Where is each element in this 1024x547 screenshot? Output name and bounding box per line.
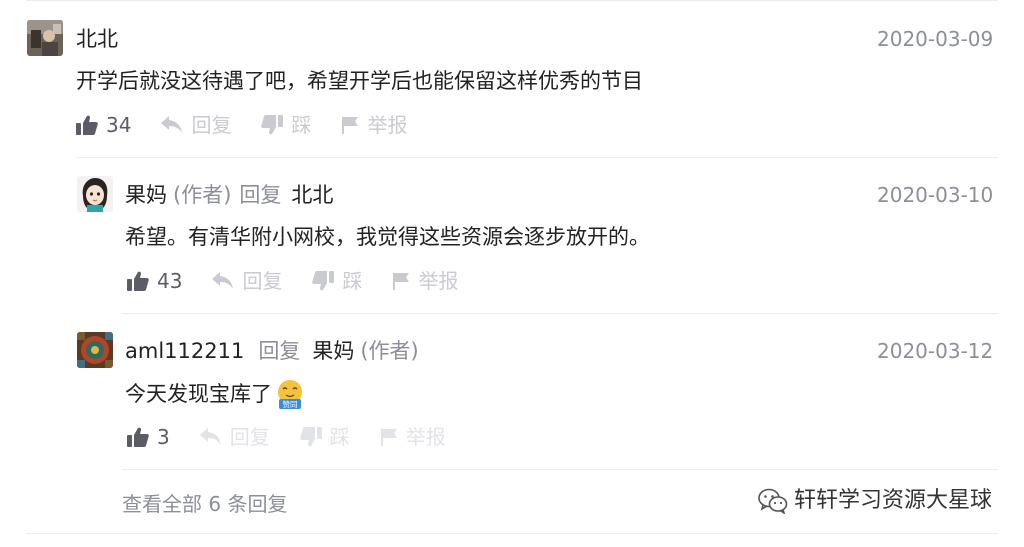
thumbs-up-icon <box>127 271 149 291</box>
nodding-emoji-icon: 赞同 <box>278 380 302 409</box>
author-name[interactable]: 果妈 <box>125 181 167 209</box>
reply-actions: 43 回复 踩 举报 <box>127 268 488 294</box>
like-button[interactable]: 43 <box>127 268 182 294</box>
watermark-text: 轩轩学习资源大星球 <box>793 488 992 513</box>
reply-arrow-icon <box>161 116 183 133</box>
author-name[interactable]: aml112211 <box>125 337 244 365</box>
flag-icon <box>342 117 359 134</box>
flag-icon <box>380 429 397 446</box>
divider <box>122 313 998 314</box>
reply-date: 2020-03-12 <box>877 339 994 363</box>
comment-date: 2020-03-09 <box>877 27 994 51</box>
flag-icon <box>393 273 410 290</box>
report-button[interactable]: 举报 <box>380 424 446 450</box>
divider <box>76 157 998 158</box>
report-button[interactable]: 举报 <box>341 112 407 138</box>
comment-text: 开学后就没这待遇了吧，希望开学后也能保留这样优秀的节目 <box>76 69 643 93</box>
watermark: 轩轩学习资源大星球 <box>758 486 992 516</box>
dislike-button[interactable]: 踩 <box>300 424 350 450</box>
reply-header: aml112211 回复 果妈 (作者) <box>125 337 419 365</box>
target-tag: (作者) <box>360 339 419 363</box>
reply-header: 果妈 (作者) 回复 北北 <box>125 181 333 209</box>
dislike-button[interactable]: 踩 <box>261 112 311 138</box>
like-count: 34 <box>106 113 132 137</box>
reply-word: 回复 <box>239 183 282 207</box>
comment-header: 北北 <box>76 25 118 53</box>
comment-actions: 34 回复 踩 举报 <box>76 112 437 138</box>
report-button[interactable]: 举报 <box>392 268 458 294</box>
reply-button[interactable]: 回复 <box>161 112 231 138</box>
thumbs-down-icon <box>300 427 322 447</box>
thumbs-up-icon <box>127 427 149 447</box>
view-all-replies-link[interactable]: 查看全部 6 条回复 <box>122 490 287 518</box>
avatar[interactable] <box>27 20 63 56</box>
reply-target[interactable]: 果妈 <box>312 337 354 365</box>
reply-button[interactable]: 回复 <box>199 424 270 450</box>
like-count: 3 <box>157 425 170 449</box>
wechat-icon <box>758 488 788 514</box>
reply-arrow-icon <box>212 272 234 289</box>
thumbs-down-icon <box>261 115 284 135</box>
svg-text:赞同: 赞同 <box>283 399 298 409</box>
reply-date: 2020-03-10 <box>877 183 994 207</box>
avatar[interactable] <box>77 176 113 212</box>
bottom-divider <box>26 533 998 534</box>
thumbs-up-icon <box>76 115 98 135</box>
top-divider <box>26 0 998 1</box>
reply-target[interactable]: 北北 <box>291 181 333 209</box>
like-button[interactable]: 3 <box>127 424 170 450</box>
reply-arrow-icon <box>199 428 221 445</box>
like-button[interactable]: 34 <box>76 112 131 138</box>
author-name[interactable]: 北北 <box>76 25 118 53</box>
reply-button[interactable]: 回复 <box>212 268 282 294</box>
like-count: 43 <box>157 269 183 293</box>
reply-text: 希望。有清华附小网校，我觉得这些资源会逐步放开的。 <box>125 225 650 249</box>
dislike-button[interactable]: 踩 <box>312 268 362 294</box>
reply-word: 回复 <box>258 339 301 363</box>
reply-text: 今天发现宝库了 赞同 <box>125 378 306 410</box>
reply-actions: 3 回复 踩 举报 <box>127 424 476 450</box>
author-tag: (作者) <box>173 183 232 207</box>
thumbs-down-icon <box>312 271 335 291</box>
divider <box>122 469 998 470</box>
avatar[interactable] <box>77 332 113 368</box>
